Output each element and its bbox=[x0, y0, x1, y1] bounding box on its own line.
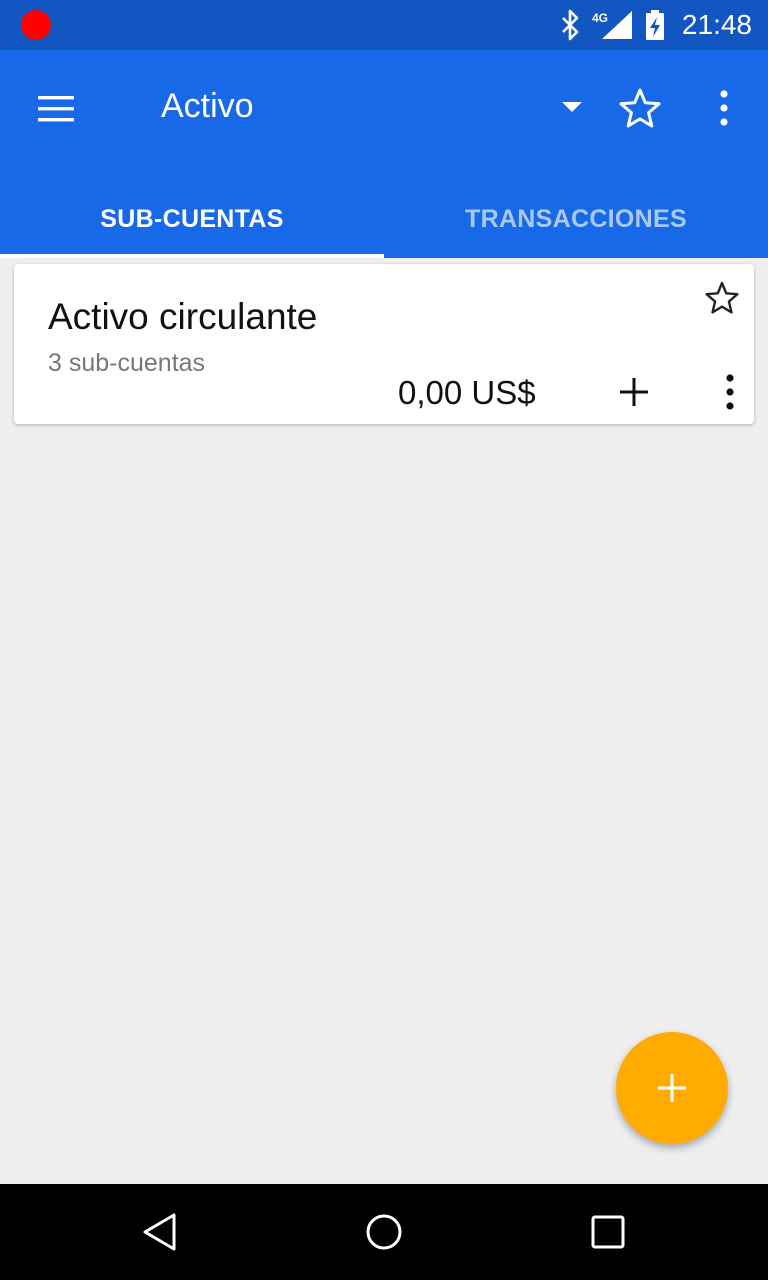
status-bar: 4G 21:48 bbox=[0, 0, 768, 50]
account-name: Activo circulante bbox=[48, 296, 318, 337]
account-card[interactable]: Activo circulante 3 sub-cuentas 0,00 US$ bbox=[14, 264, 754, 424]
recents-icon[interactable] bbox=[588, 1212, 628, 1252]
tab-sub-cuentas[interactable]: SUB-CUENTAS bbox=[0, 180, 384, 258]
page-title[interactable]: Activo bbox=[161, 87, 254, 126]
account-subaccount-count: 3 sub-cuentas bbox=[48, 349, 206, 377]
battery-charging-icon bbox=[645, 10, 664, 40]
status-time: 21:48 bbox=[681, 9, 752, 40]
account-more-icon[interactable] bbox=[720, 372, 740, 412]
add-account-fab[interactable] bbox=[616, 1032, 728, 1144]
tab-bar: SUB-CUENTAS TRANSACCIONES bbox=[0, 180, 768, 258]
tab-transacciones[interactable]: TRANSACCIONES bbox=[384, 180, 768, 258]
star-outline-icon[interactable] bbox=[618, 86, 662, 130]
favorite-star-icon[interactable] bbox=[704, 280, 740, 316]
tab-indicator bbox=[0, 254, 384, 258]
network-type-label: 4G bbox=[592, 11, 608, 25]
back-icon[interactable] bbox=[140, 1212, 180, 1252]
home-icon[interactable] bbox=[364, 1212, 404, 1252]
system-nav-bar bbox=[0, 1184, 768, 1280]
account-balance: 0,00 US$ bbox=[398, 374, 536, 411]
add-transaction-icon[interactable] bbox=[616, 374, 652, 410]
dropdown-icon[interactable] bbox=[560, 98, 584, 114]
status-icons: 4G 21:48 bbox=[560, 0, 752, 50]
app-bar: Activo SUB-CUENTAS TRANSACCIONES bbox=[0, 50, 768, 258]
more-vert-icon[interactable] bbox=[712, 86, 736, 130]
record-dot-icon bbox=[21, 10, 51, 40]
signal-icon: 4G bbox=[592, 11, 632, 39]
bluetooth-icon bbox=[562, 9, 579, 41]
menu-icon[interactable] bbox=[36, 94, 76, 124]
add-icon bbox=[658, 1074, 686, 1102]
